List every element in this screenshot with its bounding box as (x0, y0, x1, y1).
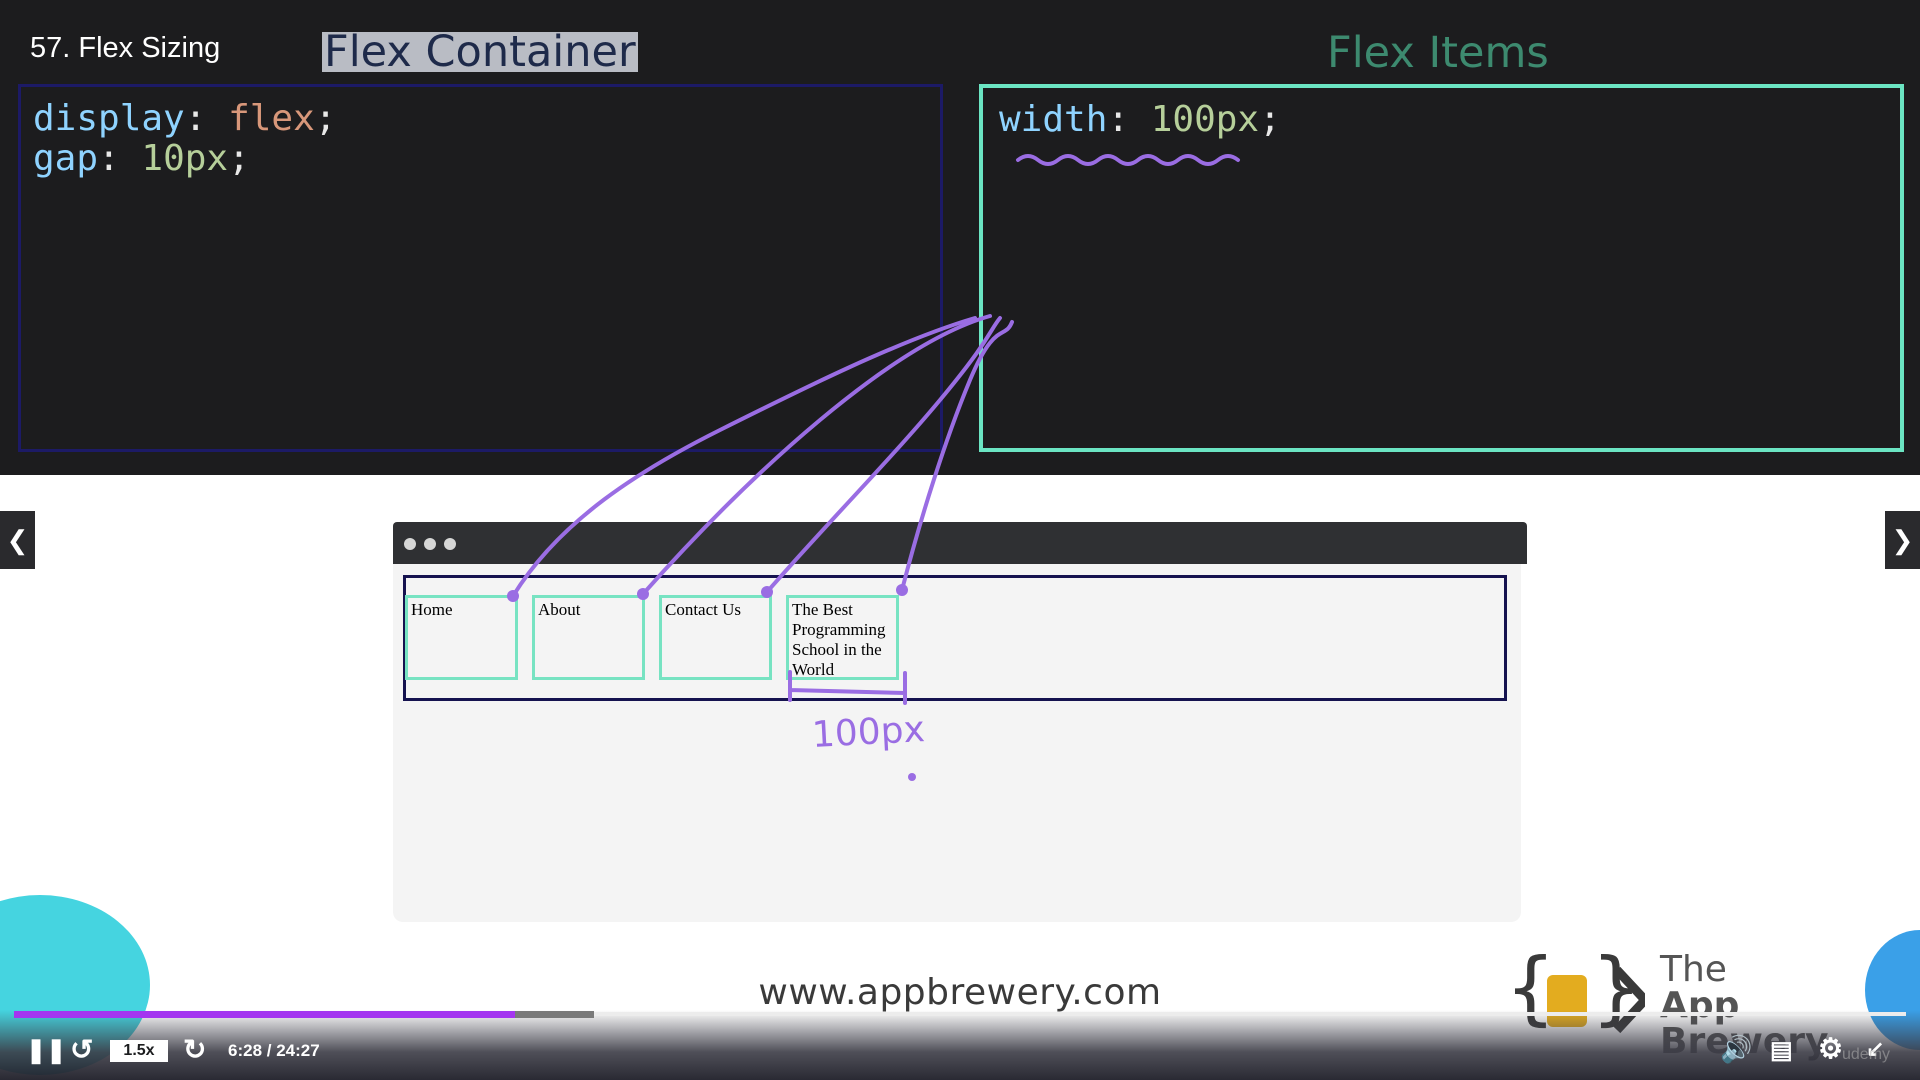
forward-icon: ↻ (183, 1034, 207, 1065)
captions-button[interactable]: ▤ (1770, 1036, 1793, 1065)
chevron-right-icon: ❯ (1891, 524, 1914, 555)
rewind-icon: ↺ (70, 1034, 94, 1065)
demo-flex-item-home: Home (405, 595, 518, 680)
lesson-title: 57. Flex Sizing (30, 32, 221, 64)
forward-button[interactable]: ↻ (183, 1033, 206, 1066)
progress-rail (594, 1012, 1906, 1016)
flex-items-code-panel: width: 100px; (979, 84, 1904, 452)
code-line-display: display: flex; (33, 98, 337, 139)
udemy-watermark: udemy (1842, 1046, 1891, 1063)
flex-container-header: Flex Container (322, 27, 638, 77)
flex-container-code-panel: display: flex; gap: 10px; (18, 84, 943, 452)
chevron-left-icon: ❮ (6, 524, 29, 555)
demo-flex-item-about: About (532, 595, 645, 680)
captions-icon: ▤ (1770, 1037, 1793, 1064)
window-dot (404, 538, 416, 550)
playback-speed-button[interactable]: 1.5x (110, 1040, 168, 1062)
handwritten-100px-annotation: 100px (811, 709, 926, 756)
previous-slide-button[interactable]: ❮ (0, 511, 35, 569)
demo-flex-item-best: The Best Programming School in the World (786, 595, 899, 680)
pause-button[interactable]: ❚❚ (26, 1036, 66, 1065)
code-line-width: width: 100px; (999, 99, 1281, 140)
gear-icon: ⚙ (1818, 1033, 1844, 1064)
rewind-button[interactable]: ↺ (70, 1033, 93, 1066)
next-slide-button[interactable]: ❯ (1885, 511, 1920, 569)
flex-items-header: Flex Items (1327, 28, 1549, 78)
code-line-gap: gap: 10px; (33, 138, 250, 179)
volume-icon: 🔊 (1720, 1034, 1753, 1064)
browser-window-bar (393, 522, 1527, 564)
pause-icon: ❚❚ (26, 1037, 67, 1064)
progress-played[interactable] (14, 1011, 515, 1018)
window-dot (424, 538, 436, 550)
window-dot (444, 538, 456, 550)
demo-flex-item-contact: Contact Us (659, 595, 772, 680)
playback-time: 6:28 / 24:27 (228, 1041, 320, 1060)
settings-button[interactable]: ⚙ (1818, 1032, 1843, 1065)
volume-button[interactable]: 🔊 (1720, 1034, 1752, 1065)
